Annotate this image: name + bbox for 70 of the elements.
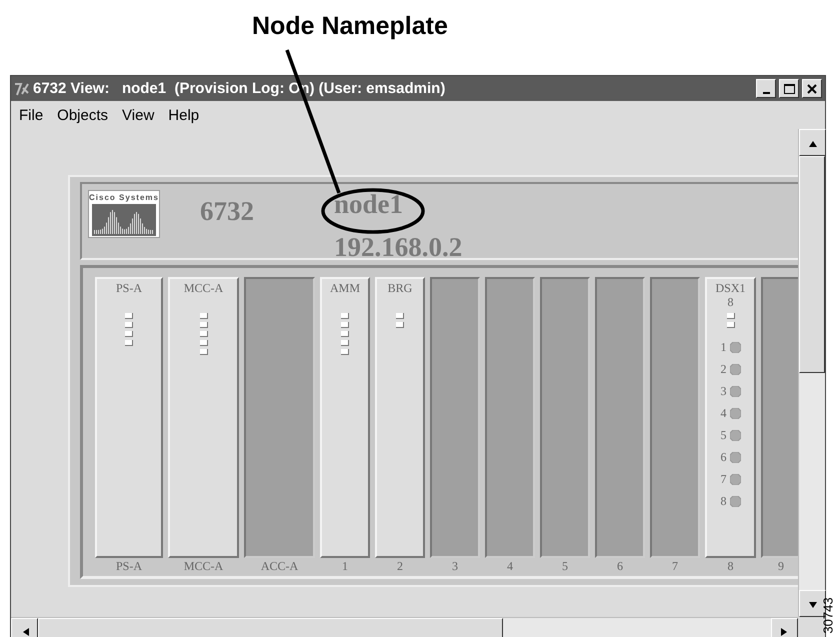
card-name: MCC-A: [184, 281, 224, 295]
model-number: 6732: [200, 196, 254, 227]
port-number: 5: [720, 428, 726, 442]
close-button[interactable]: [802, 79, 822, 98]
port-icon: [730, 342, 740, 352]
slot-label: ACC-A: [260, 558, 298, 574]
menu-item[interactable]: View: [122, 106, 154, 124]
card-name: BRG: [388, 281, 412, 295]
callout-label: Node Nameplate: [252, 12, 448, 41]
menu-item[interactable]: Help: [168, 106, 200, 124]
minimize-button[interactable]: [756, 79, 776, 98]
ip-address: 192.168.0.2: [334, 232, 462, 262]
port-number: 3: [720, 384, 726, 398]
vertical-scrollbar[interactable]: [798, 129, 825, 617]
port-number: 8: [720, 494, 726, 508]
port-number: 1: [720, 340, 726, 354]
card-name: PS-A: [116, 281, 142, 295]
slot-label: 5: [562, 558, 568, 574]
logo: Cisco Systems: [88, 190, 160, 238]
port-number: 2: [720, 362, 726, 376]
horizontal-scrollbar[interactable]: [11, 617, 798, 637]
line-card[interactable]: AMM: [320, 277, 370, 558]
right-arrow-icon: [780, 626, 790, 636]
scroll-left-button[interactable]: [11, 618, 38, 637]
port-number: 4: [720, 406, 726, 420]
maximize-icon: [784, 84, 794, 94]
empty-slot[interactable]: [540, 277, 590, 558]
card-name: DSX1: [715, 281, 746, 295]
slot-label: 9: [778, 558, 784, 574]
port-icon: [730, 364, 740, 374]
empty-slot[interactable]: [650, 277, 700, 558]
scroll-thumb[interactable]: [799, 156, 825, 373]
empty-slot[interactable]: [430, 277, 480, 558]
port-icon: [730, 408, 740, 418]
line-card[interactable]: DSX1 8 1 2 3 4 5 6 7 8: [705, 277, 756, 558]
menu-item[interactable]: Objects: [57, 106, 108, 124]
scroll-thumb[interactable]: [38, 618, 503, 637]
port-number: 7: [720, 472, 726, 486]
close-icon: [807, 84, 817, 94]
port-icon: [730, 386, 740, 396]
port-icon: [730, 474, 740, 484]
minimize-icon: [762, 92, 770, 94]
maximize-button[interactable]: [779, 79, 799, 98]
line-card[interactable]: BRG: [375, 277, 425, 558]
figure-number: 30743: [820, 597, 836, 634]
menu-item[interactable]: File: [19, 106, 44, 124]
card-name: AMM: [330, 281, 360, 295]
slot-label: PS-A: [116, 558, 142, 574]
slot-label: 4: [507, 558, 513, 574]
line-card[interactable]: PS-A: [95, 277, 163, 558]
empty-slot[interactable]: [595, 277, 645, 558]
app-icon: [14, 82, 30, 96]
port-icon: [730, 430, 740, 440]
slot-label: 8: [728, 558, 734, 574]
node-name: node1: [334, 190, 404, 218]
line-card[interactable]: MCC-A: [168, 277, 239, 558]
port-icon: [730, 452, 740, 462]
port-number: 6: [720, 450, 726, 464]
empty-slot[interactable]: [485, 277, 535, 558]
slot-label: 7: [672, 558, 678, 574]
slot-label: 2: [397, 558, 403, 574]
port-icon: [730, 496, 740, 506]
card-subtitle: 8: [728, 295, 734, 309]
scroll-right-button[interactable]: [771, 618, 798, 637]
slot-label: 3: [452, 558, 458, 574]
empty-slot[interactable]: [244, 277, 315, 558]
scroll-up-button[interactable]: [799, 129, 826, 156]
slot-label: MCC-A: [184, 558, 224, 574]
slot-label: 6: [617, 558, 623, 574]
slot-label: 1: [342, 558, 348, 574]
